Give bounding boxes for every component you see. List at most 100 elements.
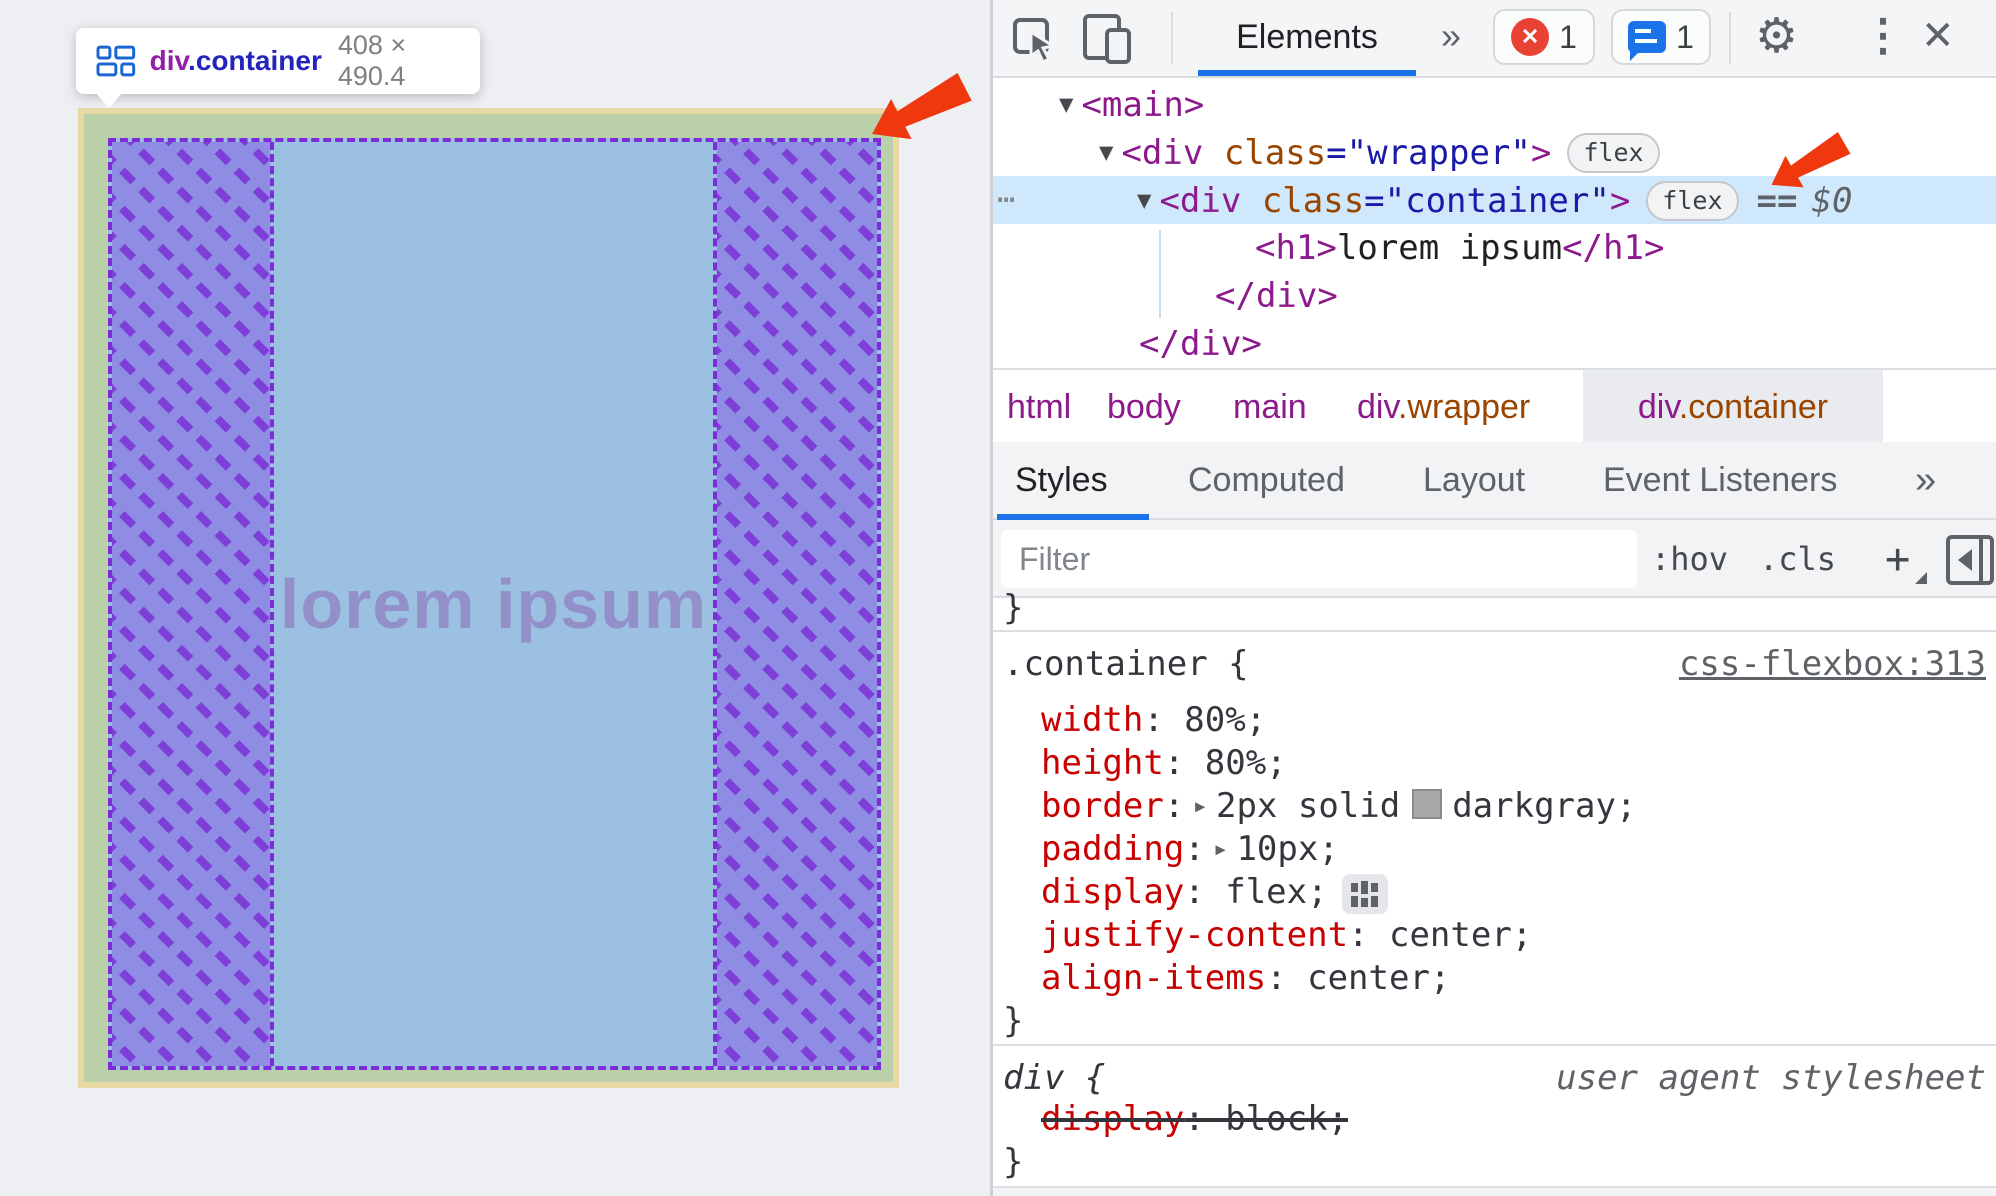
css-prop-width[interactable]: width: 80%; (1041, 700, 1266, 740)
rule-selector[interactable]: .container { (1003, 644, 1249, 684)
dom-row-close-container[interactable]: </div> (993, 272, 1996, 320)
tag-close-bracket: > (1530, 133, 1552, 173)
disclosure-triangle[interactable]: ▼ (1099, 138, 1113, 166)
dom-row-container-selected[interactable]: ⋯ ▼ <div class="container"> flex == $0 (993, 176, 1996, 224)
device-toolbar-icon[interactable] (1081, 12, 1137, 64)
breadcrumb-item-div-container[interactable]: div.container (1583, 370, 1883, 442)
expand-shorthand-icon[interactable]: ▸ (1213, 834, 1229, 864)
h1-text-node: lorem ipsum (1336, 228, 1563, 268)
tag-h1-open: <h1> (1255, 228, 1337, 268)
page-heading: lorem ipsum (279, 565, 708, 643)
disclosure-triangle[interactable]: ▼ (1059, 90, 1073, 118)
dom-row-main[interactable]: ▼ <main> (993, 80, 1996, 128)
css-prop-align-items[interactable]: align-items: center; (1041, 958, 1450, 998)
tag-close-div: </div> (1215, 276, 1338, 316)
annotation-arrow-page (872, 72, 972, 140)
inspect-element-icon[interactable] (1011, 16, 1057, 62)
devtools-panel: Elements » ✕ 1 1 ⚙ ⋮ ✕ ▼ <main> ▼ <div cla… (990, 0, 1996, 1196)
css-prop-justify-content[interactable]: justify-content: center; (1041, 915, 1532, 955)
flex-item-region: lorem ipsum (274, 142, 713, 1066)
flex-overlay-border-box: lorem ipsum (78, 108, 899, 1088)
new-rule-caret-icon[interactable] (1915, 572, 1927, 584)
tag-main: <main> (1081, 85, 1205, 125)
issues-badge[interactable]: 1 (1611, 9, 1711, 65)
dom-row-h1[interactable]: <h1>lorem ipsum</h1> (993, 224, 1996, 272)
tooltip-dimensions: 408 × 490.4 (337, 30, 407, 91)
css-prop-display[interactable]: display: flex; (1041, 872, 1388, 914)
breadcrumb-item-body[interactable]: body (1107, 370, 1181, 444)
toggle-classes-button[interactable]: .cls (1759, 520, 1836, 598)
color-swatch[interactable] (1412, 789, 1443, 819)
styles-filter-input[interactable] (1001, 530, 1637, 588)
tab-elements-underline (1198, 70, 1416, 76)
inspect-tooltip: div.container 408 × 490.4 (76, 28, 480, 94)
sidebar-toggle-icon[interactable] (1945, 534, 1995, 586)
styles-filter-bar: :hov .cls + (993, 520, 1996, 598)
indent-guide-line (1159, 230, 1161, 318)
new-style-rule-button[interactable]: + (1885, 520, 1910, 598)
flex-overlay-content-box: lorem ipsum (108, 138, 881, 1070)
attr-value: ="wrapper" (1326, 133, 1531, 173)
flex-badge[interactable]: flex (1567, 133, 1660, 173)
tooltip-selector: div.container (150, 45, 322, 77)
breadcrumb-item-main[interactable]: main (1233, 370, 1307, 444)
css-prop-height[interactable]: height: 80%; (1041, 743, 1287, 783)
breadcrumb: html body main div.wrapper div.container (993, 370, 1996, 442)
breadcrumb-item-div-wrapper[interactable]: div.wrapper (1357, 370, 1530, 444)
kebab-menu-icon[interactable]: ⋮ (1861, 0, 1905, 72)
breadcrumb-item-html[interactable]: html (1007, 370, 1071, 444)
flex-editor-icon[interactable] (1341, 874, 1388, 914)
css-prop-padding[interactable]: padding: ▸ 10px; (1041, 829, 1339, 869)
expand-shorthand-icon[interactable]: ▸ (1192, 791, 1208, 821)
dom-row-close-wrapper[interactable]: </div> (993, 320, 1996, 368)
tab-layout[interactable]: Layout (1423, 442, 1525, 518)
flex-free-space-left-hatch (112, 142, 274, 1066)
flex-badge[interactable]: flex (1646, 181, 1739, 221)
screenshot-root: lorem ipsum div.container 408 × 490.4 El… (0, 0, 1996, 1196)
flex-overlay-padding-box: lorem ipsum (84, 114, 893, 1082)
tab-styles[interactable]: Styles (1015, 442, 1108, 518)
more-tabs-icon[interactable]: » (1441, 0, 1461, 72)
attr-name: class (1223, 133, 1327, 173)
more-panels-icon[interactable]: » (1915, 442, 1936, 518)
tab-elements[interactable]: Elements (1198, 0, 1416, 74)
settings-gear-icon[interactable]: ⚙ (1755, 0, 1798, 74)
styles-tab-bar: Styles Computed Layout Event Listeners » (993, 442, 1996, 520)
attr-value: ="container" (1364, 181, 1610, 221)
scrolled-rule-close-brace: } (1003, 588, 1024, 628)
tab-computed[interactable]: Computed (1188, 442, 1345, 518)
console-error-badge[interactable]: ✕ 1 (1493, 9, 1595, 65)
inspected-page: lorem ipsum div.container 408 × 490.4 (0, 0, 990, 1196)
css-prop-border[interactable]: border: ▸ 2px solid darkgray; (1041, 786, 1636, 826)
toggle-hover-state-button[interactable]: :hov (1651, 520, 1728, 598)
disclosure-triangle[interactable]: ▼ (1137, 186, 1151, 214)
toolbar-separator (1171, 12, 1173, 64)
close-devtools-icon[interactable]: ✕ (1921, 0, 1955, 72)
rule-container-selector-row: .container { css-flexbox:313 (1003, 642, 1986, 686)
issues-icon (1628, 21, 1667, 61)
user-agent-stylesheet-label: user agent stylesheet (1556, 1058, 1986, 1098)
toolbar-separator-2 (1729, 12, 1731, 64)
hatch-pattern-right (717, 142, 877, 1066)
error-icon: ✕ (1511, 18, 1550, 56)
stylesheet-link[interactable]: css-flexbox:313 (1679, 642, 1986, 686)
css-prop-display-overridden[interactable]: display: block; (1041, 1099, 1348, 1139)
tag-open: <div (1159, 181, 1262, 221)
tab-event-listeners[interactable]: Event Listeners (1603, 442, 1837, 518)
tag-open: <div (1121, 133, 1224, 173)
tooltip-class: .container (188, 45, 322, 76)
gutter-dots-icon[interactable]: ⋯ (997, 176, 1017, 224)
tag-h1-close: </h1> (1562, 228, 1665, 268)
error-count: 1 (1559, 18, 1577, 55)
rule-div-selector-row: div { user agent stylesheet (1003, 1056, 1986, 1100)
flex-layout-icon (96, 45, 136, 77)
hatch-pattern-left (112, 142, 270, 1066)
tag-close-bracket: > (1609, 181, 1631, 221)
rule-close-brace: } (1003, 1142, 1024, 1182)
flex-free-space-right-hatch (713, 142, 877, 1066)
tag-close-div: </div> (1139, 324, 1262, 364)
dollar-zero-hint: $0 (1811, 181, 1853, 221)
rule-selector[interactable]: div { (1003, 1058, 1105, 1098)
next-section-strip (993, 1188, 1996, 1196)
tooltip-notch (96, 93, 122, 108)
